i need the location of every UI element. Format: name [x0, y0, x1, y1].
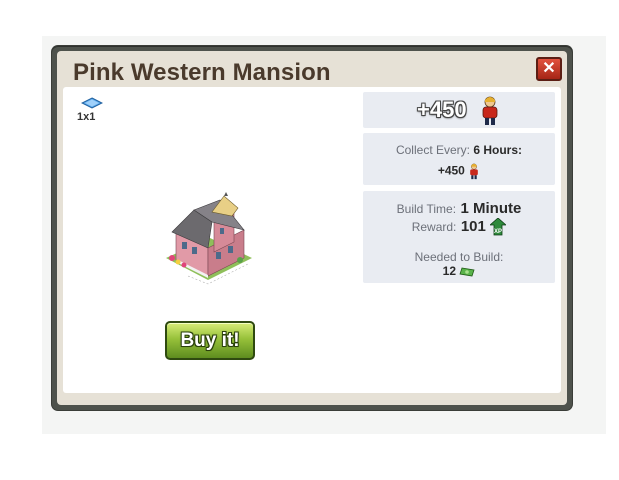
- svg-text:XP: XP: [494, 229, 502, 235]
- reward-row: Reward: 101 XP: [363, 218, 555, 236]
- needed-value-row: 12: [363, 264, 555, 278]
- build-time-label: Build Time:: [396, 202, 457, 216]
- collect-panel: Collect Every: 6 Hours: +450: [363, 133, 555, 185]
- build-panel: Build Time: 1 Minute Reward: 101 XP Need…: [363, 191, 555, 283]
- xp-icon: XP: [490, 218, 507, 236]
- dialog-content: 1x1 Buy it! +450 Collect Every: 6 Hours:…: [63, 87, 561, 393]
- buy-button[interactable]: Buy it!: [165, 321, 255, 360]
- close-button[interactable]: ✕: [536, 57, 562, 81]
- population-bonus: +450: [417, 97, 467, 122]
- dialog-frame: Pink Western Mansion ✕ 1x1 Buy it! +450 …: [57, 51, 567, 405]
- collect-row: Collect Every: 6 Hours:: [363, 143, 555, 157]
- build-time-row: Build Time: 1 Minute: [363, 200, 555, 218]
- collect-label: Collect Every:: [395, 143, 470, 157]
- collect-amount-row: +450: [363, 163, 555, 180]
- dialog-title: Pink Western Mansion: [73, 59, 331, 86]
- needed-label: Needed to Build:: [414, 250, 504, 264]
- resident-person-icon: [470, 163, 479, 180]
- reward-value: 101: [460, 218, 486, 236]
- close-icon: ✕: [542, 60, 556, 77]
- mansion-building-icon: [166, 192, 252, 286]
- resident-person-icon: [482, 96, 498, 125]
- collect-amount: +450: [437, 163, 465, 178]
- reward-label: Reward:: [411, 220, 457, 235]
- tile-size-label: 1x1: [77, 111, 96, 123]
- item-dialog: Pink Western Mansion ✕ 1x1 Buy it! +450 …: [52, 46, 572, 410]
- tile-footprint-icon: [81, 97, 103, 109]
- collect-interval: 6 Hours:: [473, 143, 523, 157]
- bonus-panel: +450: [363, 92, 555, 128]
- cash-icon: [459, 267, 475, 277]
- needed-value: 12: [442, 264, 456, 278]
- build-time-value: 1 Minute: [460, 200, 522, 217]
